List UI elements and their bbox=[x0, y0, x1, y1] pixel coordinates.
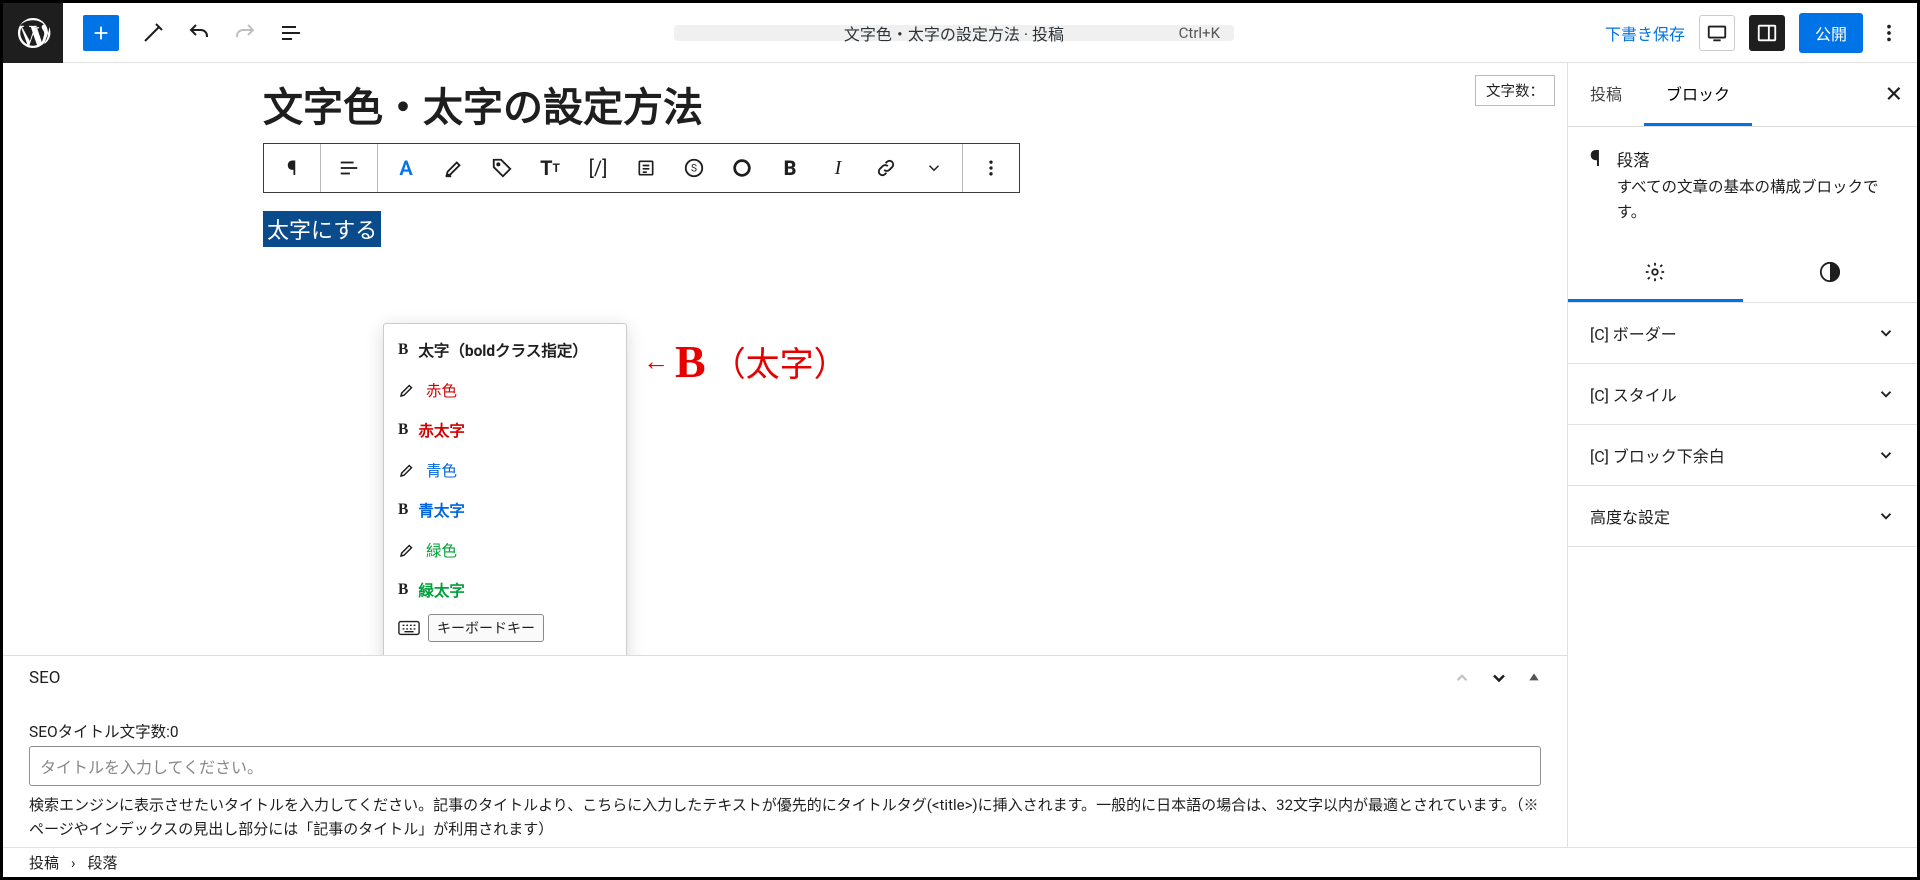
svg-text:S: S bbox=[691, 164, 697, 175]
command-palette[interactable]: 文字色・太字の設定方法 · 投稿 Ctrl+K bbox=[674, 25, 1234, 41]
seo-title-count: SEOタイトル文字数:0 bbox=[29, 720, 1541, 742]
format-red[interactable]: 赤色 bbox=[384, 370, 626, 410]
circle-icon[interactable] bbox=[718, 144, 766, 192]
editor-canvas: 文字数： 文字色・太字の設定方法 ¶ A bbox=[3, 63, 1567, 847]
align-icon[interactable] bbox=[325, 144, 373, 192]
block-options-icon[interactable] bbox=[967, 144, 1015, 192]
text-color-icon[interactable]: A bbox=[382, 144, 430, 192]
seo-down-icon[interactable] bbox=[1489, 668, 1509, 688]
format-bold-class[interactable]: B 太字（boldクラス指定） bbox=[384, 330, 626, 370]
command-shortcut: Ctrl+K bbox=[1179, 24, 1220, 42]
settings-sidebar-button[interactable] bbox=[1749, 15, 1785, 51]
format-blue-bold[interactable]: B 青太字 bbox=[384, 490, 626, 530]
add-block-button[interactable] bbox=[83, 15, 119, 51]
panel-style[interactable]: [C] スタイル bbox=[1568, 364, 1917, 425]
wordpress-logo[interactable] bbox=[3, 3, 63, 63]
seo-title-input[interactable]: タイトルを入力してください。 bbox=[29, 746, 1541, 786]
tools-icon[interactable] bbox=[141, 21, 165, 45]
paragraph-block-icon[interactable]: ¶ bbox=[268, 144, 316, 192]
breadcrumb: 投稿 › 段落 bbox=[3, 847, 1917, 877]
format-blue[interactable]: 青色 bbox=[384, 450, 626, 490]
italic-icon[interactable]: I bbox=[814, 144, 862, 192]
breadcrumb-paragraph[interactable]: 段落 bbox=[88, 852, 118, 873]
link-icon[interactable] bbox=[862, 144, 910, 192]
format-green[interactable]: 緑色 bbox=[384, 530, 626, 570]
selected-paragraph-text[interactable]: 太字にする bbox=[263, 211, 381, 247]
format-keyboard-key[interactable]: キーボードキー bbox=[398, 614, 612, 642]
redo-icon[interactable] bbox=[233, 21, 257, 45]
breadcrumb-post[interactable]: 投稿 bbox=[29, 852, 59, 873]
block-info: ¶ 段落 すべての文章の基本の構成ブロックです。 bbox=[1568, 127, 1917, 245]
preview-button[interactable] bbox=[1699, 15, 1735, 51]
tab-block[interactable]: ブロック bbox=[1644, 63, 1752, 126]
top-toolbar: 文字色・太字の設定方法 · 投稿 Ctrl+K 下書き保存 公開 bbox=[3, 3, 1917, 63]
panel-border[interactable]: [C] ボーダー bbox=[1568, 303, 1917, 364]
template-icon[interactable] bbox=[622, 144, 670, 192]
tab-post[interactable]: 投稿 bbox=[1568, 63, 1644, 126]
seo-up-icon[interactable] bbox=[1453, 669, 1471, 687]
seo-panel: SEO SEOタイトル文字数:0 タイトルを入力してください。 検索エンジンに表… bbox=[3, 655, 1567, 847]
options-icon[interactable] bbox=[1877, 21, 1901, 45]
bold-icon[interactable]: B bbox=[766, 144, 814, 192]
circle-s-icon[interactable]: S bbox=[670, 144, 718, 192]
close-sidebar-icon[interactable]: ✕ bbox=[1885, 82, 1903, 107]
block-name: 段落 bbox=[1617, 147, 1895, 171]
font-size-icon[interactable]: TT bbox=[526, 144, 574, 192]
shortcode-icon[interactable]: [/] bbox=[574, 144, 622, 192]
publish-button[interactable]: 公開 bbox=[1799, 13, 1863, 53]
settings-sidebar: 投稿 ブロック ✕ ¶ 段落 すべての文章の基本の構成ブロックです。 [C] ボ… bbox=[1567, 63, 1917, 847]
panel-margin[interactable]: [C] ブロック下余白 bbox=[1568, 425, 1917, 486]
highlight-icon[interactable] bbox=[430, 144, 478, 192]
block-toolbar: ¶ A TT [/] bbox=[263, 143, 1020, 193]
save-draft-button[interactable]: 下書き保存 bbox=[1605, 21, 1685, 45]
top-right-tools: 下書き保存 公開 bbox=[1605, 13, 1917, 53]
top-left-tools bbox=[63, 15, 303, 51]
title-bar: 文字色・太字の設定方法 · 投稿 Ctrl+K bbox=[303, 25, 1605, 41]
format-green-bold[interactable]: B 緑太字 bbox=[384, 570, 626, 610]
undo-icon[interactable] bbox=[187, 21, 211, 45]
seo-description-text: 検索エンジンに表示させたいタイトルを入力してください。記事のタイトルより、こちら… bbox=[29, 793, 1541, 841]
format-red-bold[interactable]: B 赤太字 bbox=[384, 410, 626, 450]
settings-tab-styles-icon[interactable] bbox=[1743, 245, 1918, 302]
tag-icon[interactable] bbox=[478, 144, 526, 192]
document-outline-icon[interactable] bbox=[279, 21, 303, 45]
more-chevron-icon[interactable] bbox=[910, 144, 958, 192]
panel-advanced[interactable]: 高度な設定 bbox=[1568, 486, 1917, 547]
block-description: すべての文章の基本の構成ブロックです。 bbox=[1617, 175, 1895, 225]
document-title: 文字色・太字の設定方法 · 投稿 bbox=[844, 21, 1064, 45]
settings-tab-settings-icon[interactable] bbox=[1568, 245, 1743, 302]
seo-collapse-icon[interactable] bbox=[1527, 671, 1541, 685]
annotation-overlay: ← B B （太字） （太字） bbox=[643, 335, 848, 388]
seo-heading: SEO bbox=[29, 668, 60, 688]
post-title[interactable]: 文字色・太字の設定方法 bbox=[263, 75, 1537, 133]
